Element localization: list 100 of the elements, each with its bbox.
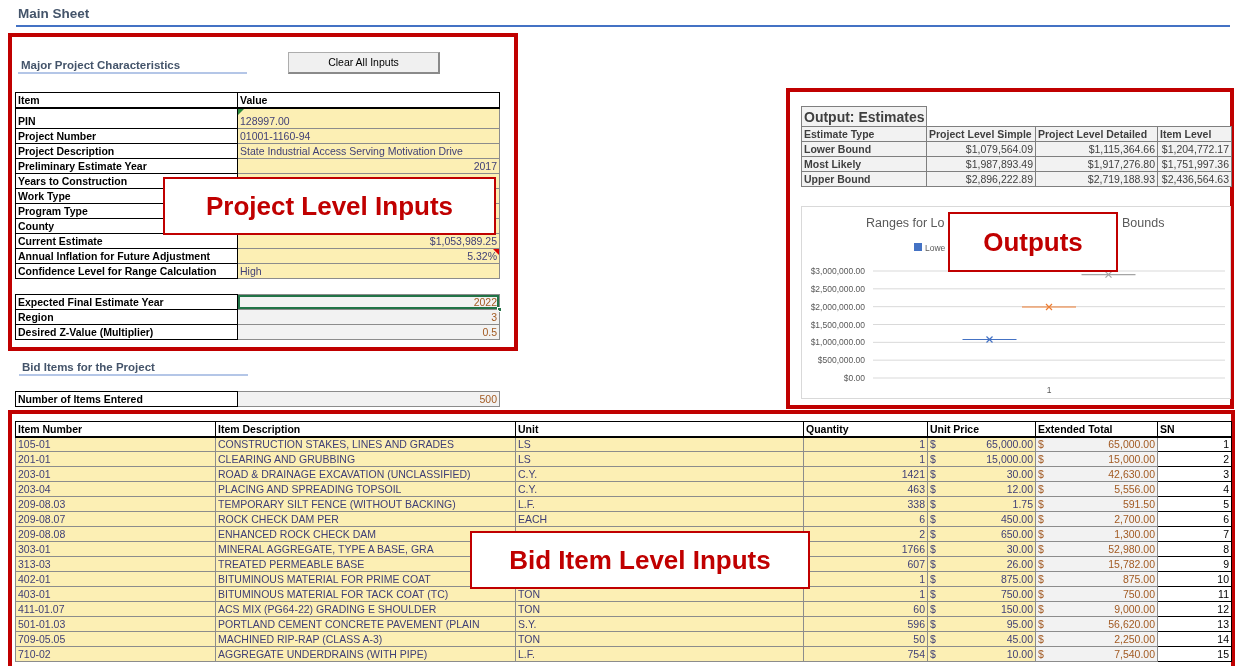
currency-symbol: $ (930, 453, 936, 466)
column-header: SN (1157, 421, 1232, 437)
axis-label: $500,000.00 (817, 355, 865, 366)
amount-text: 15,000.00 (986, 453, 1033, 466)
amount-text: 150.00 (1000, 603, 1033, 616)
column-header: Unit Price (927, 421, 1036, 437)
column-header: Project Level Detailed (1035, 126, 1158, 142)
column-header: Project Level Simple (926, 126, 1036, 142)
amount-text: 30.00 (1006, 543, 1033, 556)
currency-symbol: $ (930, 543, 936, 556)
column-header: Item Number (15, 421, 216, 437)
currency-symbol: $ (930, 588, 936, 601)
currency-symbol: $ (1038, 633, 1044, 646)
currency-symbol: $ (1038, 498, 1044, 511)
currency-symbol: $ (930, 603, 936, 616)
column-header: Unit (515, 421, 804, 437)
amount-text: 5,556.00 (1114, 483, 1155, 496)
amount-text: 1,300.00 (1114, 528, 1155, 541)
section-heading: Bid Items for the Project (19, 354, 248, 376)
currency-symbol: $ (930, 438, 936, 451)
row-label: Number of Items Entered (15, 391, 238, 407)
data-point (985, 335, 994, 344)
axis-label: $0.00 (843, 373, 865, 383)
amount-text: 42,630.00 (1108, 468, 1155, 481)
amount-text: 15,000.00 (1108, 453, 1155, 466)
chart-title: Ranges for Lo (866, 216, 945, 230)
currency-symbol: $ (930, 573, 936, 586)
currency-symbol: $ (1038, 453, 1044, 466)
column-header: Quantity (803, 421, 928, 437)
currency-symbol: $ (1038, 543, 1044, 556)
currency-symbol: $ (930, 648, 936, 661)
row-label: PIN (15, 107, 238, 129)
currency-symbol: $ (1038, 558, 1044, 571)
amount-text: 750.00 (1000, 588, 1033, 601)
axis-label: $3,000,000.00 (810, 266, 865, 276)
currency-symbol: $ (1038, 468, 1044, 481)
amount-text: 750.00 (1122, 588, 1155, 601)
currency-symbol: $ (930, 528, 936, 541)
column-header: Item (15, 92, 238, 108)
calculated-cell: 500 (237, 391, 500, 407)
currency-symbol: $ (930, 483, 936, 496)
legend-label: Lowe (925, 242, 946, 253)
amount-text: 52,980.00 (1108, 543, 1155, 556)
currency-symbol: $ (1038, 648, 1044, 661)
callout-tooltip: Bid Item Level Inputs (470, 531, 810, 589)
amount-text: 1.75 (1012, 498, 1033, 511)
currency-symbol: $ (1038, 618, 1044, 631)
amount-text: 45.00 (1006, 633, 1033, 646)
amount-text: 30.00 (1006, 468, 1033, 481)
amount-text: 95.00 (1006, 618, 1033, 631)
currency-symbol: $ (1038, 483, 1044, 496)
currency-symbol: $ (930, 618, 936, 631)
amount-text: 56,620.00 (1108, 618, 1155, 631)
currency-symbol: $ (930, 498, 936, 511)
currency-symbol: $ (1038, 603, 1044, 616)
amount-text: 2,250.00 (1114, 633, 1155, 646)
amount-text: 2,700.00 (1114, 513, 1155, 526)
amount-text: 65,000.00 (986, 438, 1033, 451)
axis-label: $1,000,000.00 (810, 337, 865, 348)
axis-label: 1 (1046, 385, 1052, 395)
section-heading: Major Project Characteristics (18, 52, 247, 74)
currency-symbol: $ (1038, 513, 1044, 526)
amount-text: 12.00 (1006, 483, 1033, 496)
currency-symbol: $ (1038, 528, 1044, 541)
axis-label: $2,000,000.00 (810, 301, 865, 312)
amount-text: 15,782.00 (1108, 558, 1155, 571)
amount-text: 875.00 (1000, 573, 1033, 586)
legend-swatch-icon (914, 243, 922, 251)
currency-symbol: $ (1038, 588, 1044, 601)
column-header: Item Description (215, 421, 516, 437)
amount-text: 10.00 (1006, 648, 1033, 661)
currency-symbol: $ (1038, 438, 1044, 451)
amount-text: 9,000.00 (1114, 603, 1155, 616)
amount-text: 591.50 (1122, 498, 1155, 511)
table-title: Output: Estimates (801, 106, 927, 127)
calculated-cell: 2022 (237, 294, 500, 310)
marker-decoration (961, 338, 1018, 341)
amount-text: 26.00 (1006, 558, 1033, 571)
column-header: Extended Total (1035, 421, 1158, 437)
column-header: Item Level (1157, 126, 1232, 142)
amount-text: 450.00 (1000, 513, 1033, 526)
marker-decoration (1021, 306, 1077, 308)
clear-inputs-button[interactable]: Clear All Inputs (288, 52, 440, 74)
amount-text: 7,540.00 (1114, 648, 1155, 661)
chart-title: Bounds (1122, 216, 1165, 230)
currency-symbol: $ (930, 633, 936, 646)
currency-symbol: $ (930, 558, 936, 571)
sheet-title: Main Sheet (16, 4, 1230, 27)
currency-symbol: $ (1038, 573, 1044, 586)
error-indicator-icon (238, 108, 244, 115)
column-header: Value (237, 92, 500, 108)
row-label: Expected Final Estimate Year (15, 294, 238, 310)
amount-text: 65,000.00 (1108, 438, 1155, 451)
input-cell: 128997.00 (237, 107, 500, 129)
data-point (1045, 303, 1053, 311)
axis-label: $1,500,000.00 (810, 319, 865, 330)
currency-symbol: $ (930, 513, 936, 526)
amount-text: 875.00 (1122, 573, 1155, 586)
callout-tooltip: Outputs (948, 212, 1118, 272)
currency-symbol: $ (930, 468, 936, 481)
